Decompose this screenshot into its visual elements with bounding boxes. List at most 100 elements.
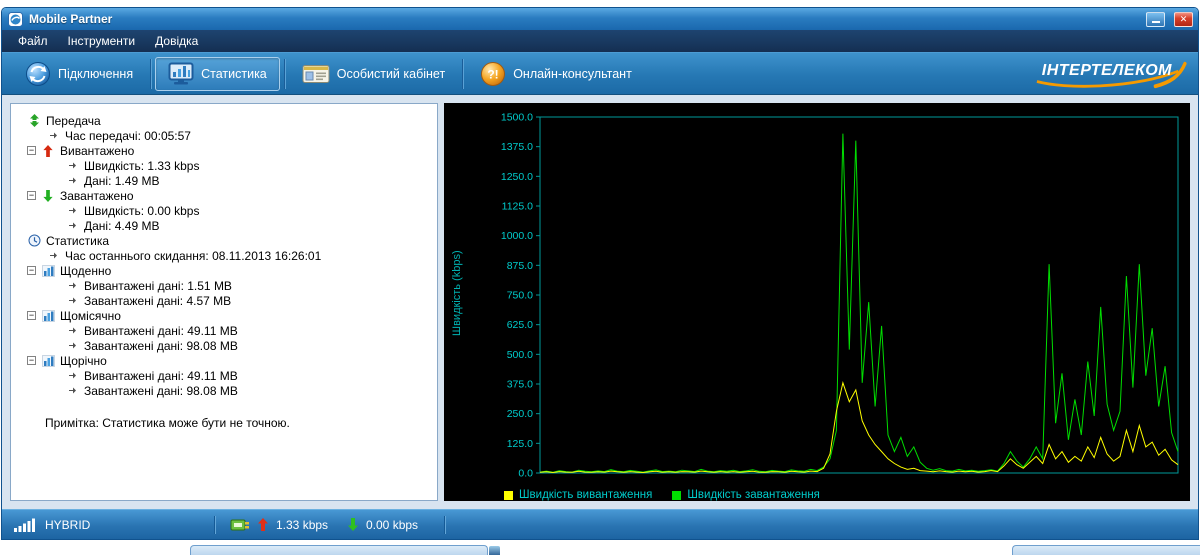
arrow-bullet-icon [65,174,79,187]
collapse-expander-icon[interactable]: − [27,356,36,365]
tree-item-label: Завантажені дані: 4.57 MB [84,293,232,308]
tree-item-label: Завантажені дані: 98.08 MB [84,383,238,398]
network-mode: HYBRID [45,517,91,532]
app-icon [8,11,23,27]
svg-text:1500.0: 1500.0 [501,112,533,124]
arrow-bullet-icon [65,279,79,292]
statistics-tree-panel: Передача Час передачі: 00:05:57 − Вивантаже… [10,103,438,501]
toolbar-button-online-consultant[interactable]: ?! Онлайн-консультант [467,57,645,91]
id-card-icon [302,63,330,85]
bar-chart-icon [41,354,55,367]
mobile-partner-window: Mobile Partner ✕ Файл Інструменти Довідк… [1,7,1199,540]
tree-item[interactable]: − Щомісячно [17,308,431,323]
tree-item-label: Вивантажені дані: 49.11 MB [84,323,238,338]
tree-item-label: Дані: 4.49 MB [84,218,160,233]
collapse-expander-icon[interactable]: − [27,311,36,320]
arrow-bullet-icon [65,324,79,337]
speed-chart-panel: Швидкість (kbps) 1500.0 1375.0 1250.0 1125.… [444,103,1190,501]
tree-item[interactable]: − Щоденно [17,263,431,278]
upload-legend-swatch [504,490,513,500]
toolbar-button-statistics[interactable]: Статистика [155,56,280,91]
arrow-bullet-icon [46,129,60,142]
tree-item-label: Щоденно [60,263,112,278]
toolbar-separator [283,58,285,89]
tree-item[interactable]: Дані: 1.49 MB [17,173,431,188]
tree-item-label: Щомісячно [60,308,121,323]
close-button[interactable]: ✕ [1174,11,1193,27]
svg-text:1375.0: 1375.0 [501,141,533,153]
collapse-expander-icon[interactable]: − [27,191,36,200]
menu-tools[interactable]: Інструменти [58,32,146,50]
status-speed-group: 1.33 kbps 0.00 kbps [216,517,444,533]
tree-item[interactable]: Час останнього скидання: 08.11.2013 16:2… [17,248,431,263]
tree-item[interactable]: Швидкість: 1.33 kbps [17,158,431,173]
svg-text:625.0: 625.0 [507,319,533,331]
svg-text:250.0: 250.0 [507,408,533,420]
svg-text:0.0: 0.0 [518,468,533,480]
tree-item[interactable]: Вивантажені дані: 49.11 MB [17,368,431,383]
chart-y-axis-label: Швидкість (kbps) [451,250,463,337]
window-title: Mobile Partner [29,12,113,26]
connection-icon [25,61,51,87]
toolbar-button-label: Статистика [201,66,267,81]
signal-strength-icon [14,518,36,532]
toolbar-button-account[interactable]: Особистий кабінет [289,57,458,91]
tree-item[interactable]: Статистика [17,233,431,248]
collapse-expander-icon[interactable]: − [27,146,36,155]
upload-speed: 1.33 kbps [276,517,329,532]
toolbar-button-connection[interactable]: Підключення [12,57,146,91]
tree-item-label: Завантажено [60,188,134,203]
desktop-bottom-strip [0,540,1200,555]
statistics-note: Примітка: Статистика може бути не точною… [45,416,290,430]
collapse-expander-icon[interactable]: − [27,266,36,275]
tree-item[interactable]: Завантажені дані: 98.08 MB [17,338,431,353]
arrow-bullet-icon [65,384,79,397]
svg-text:750.0: 750.0 [507,290,533,302]
minimize-button[interactable] [1146,11,1165,27]
arrow-bullet-icon [65,369,79,382]
svg-text:1000.0: 1000.0 [501,230,533,242]
network-adapter-icon [230,517,250,533]
tree-item[interactable]: − Вивантажено [17,143,431,158]
titlebar[interactable]: Mobile Partner ✕ [2,8,1198,30]
bar-chart-icon [41,264,55,277]
tree-item[interactable]: − Щорічно [17,353,431,368]
tree-item[interactable]: Вивантажені дані: 49.11 MB [17,323,431,338]
status-network-section: HYBRID [2,518,214,532]
tree-item[interactable]: Завантажені дані: 4.57 MB [17,293,431,308]
svg-text:1125.0: 1125.0 [502,201,533,213]
tree-item-label: Щорічно [60,353,107,368]
statusbar-separator [444,515,446,534]
tree-item-label: Вивантажені дані: 49.11 MB [84,368,238,383]
tree-item[interactable]: Вивантажені дані: 1.51 MB [17,278,431,293]
minimize-glyph [1151,21,1160,23]
menu-help[interactable]: Довідка [145,32,208,50]
download-legend-swatch [672,490,682,500]
tree-item[interactable]: Швидкість: 0.00 kbps [17,203,431,218]
toolbar-button-label: Онлайн-консультант [513,66,632,81]
upload-arrow-icon [258,518,268,531]
upload-arrow-icon [41,144,55,157]
arrow-bullet-icon [65,219,79,232]
arrow-bullet-icon [65,339,79,352]
tree-item-label: Дані: 1.49 MB [84,173,160,188]
tree-item[interactable]: Завантажені дані: 98.08 MB [17,383,431,398]
tree-item-label: Завантажені дані: 98.08 MB [84,338,238,353]
tree-item-label: Швидкість: 1.33 kbps [84,158,200,173]
toolbar-separator [462,58,464,89]
menubar: Файл Інструменти Довідка [2,30,1198,52]
tree-item[interactable]: Дані: 4.49 MB [17,218,431,233]
download-arrow-icon [41,189,55,202]
arrow-bullet-icon [46,249,60,262]
tree-item[interactable]: Час передачі: 00:05:57 [17,128,431,143]
tree-item[interactable]: Передача [17,113,431,128]
menu-file[interactable]: Файл [8,32,58,50]
svg-text:1250.0: 1250.0 [501,171,533,183]
statistics-icon [168,62,194,86]
tree-item[interactable]: − Завантажено [17,188,431,203]
upload-legend-label: Швидкість вивантаження [519,489,653,501]
download-arrow-icon [348,518,358,531]
svg-text:500.0: 500.0 [507,349,533,361]
tree-item-label: Вивантажені дані: 1.51 MB [84,278,232,293]
download-legend-label: Швидкість завантаження [687,489,820,501]
